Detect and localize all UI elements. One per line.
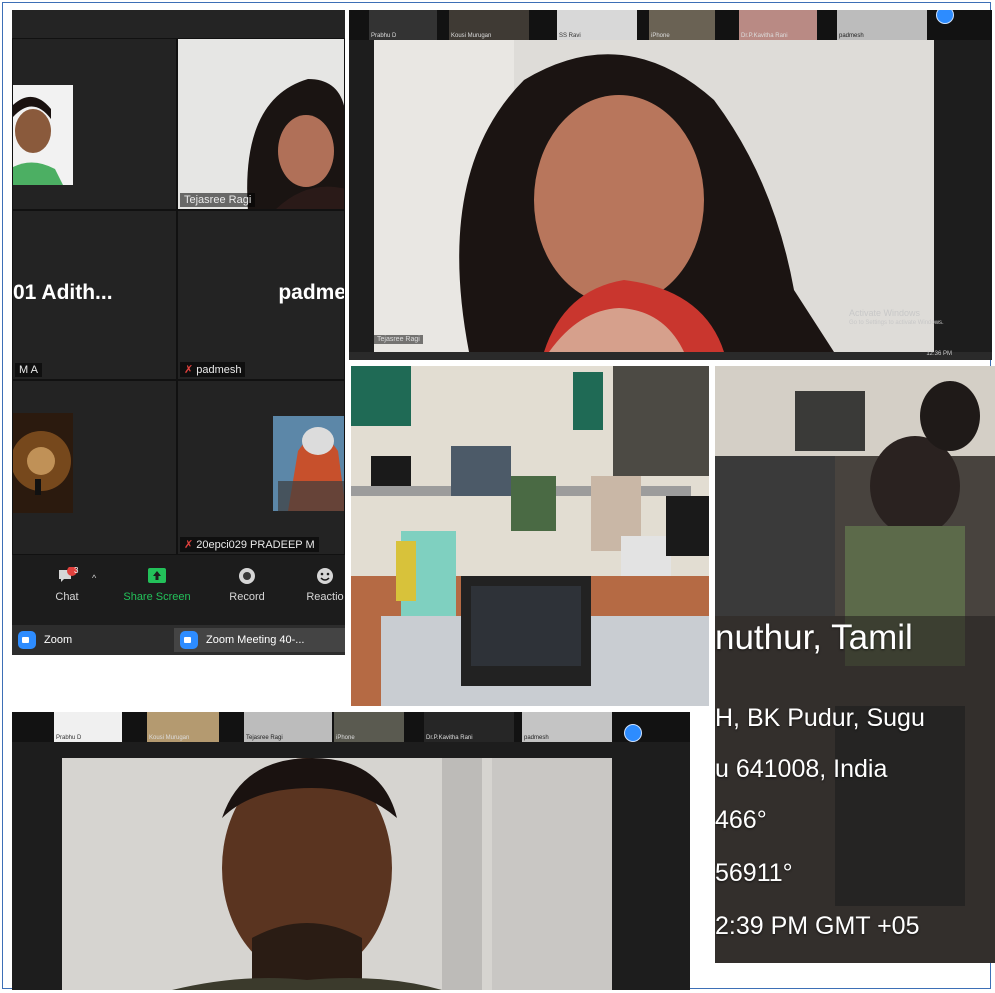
participant-display-name: 01 Adith... (13, 281, 113, 304)
chat-badge-count: 3 (74, 566, 79, 575)
thumbnail[interactable]: Dr.P.Kavitha Rani (739, 10, 817, 40)
gallery-top-bar (12, 10, 345, 38)
reactions-button[interactable]: Reactio (290, 567, 345, 603)
taskbar-clock: 12:36 PM (926, 351, 952, 357)
next-page-icon[interactable] (624, 724, 642, 742)
participant-name-text: padmesh (196, 364, 242, 376)
thumbnail[interactable]: Dr.P.Kavitha Rani (424, 712, 514, 742)
taskbar-zoom-meeting[interactable]: Zoom Meeting 40-... (174, 628, 345, 652)
thumbnail-name: Kousi Murugan (149, 735, 190, 741)
participant-display-name: padme (278, 281, 345, 304)
participant-name: ✗ 20epci029 PRADEEP M (180, 537, 319, 552)
thumbnail-name: padmesh (524, 735, 549, 741)
thumbnail[interactable]: padmesh (522, 712, 612, 742)
chat-label: Chat (55, 591, 79, 603)
thumbnail-name: Dr.P.Kavitha Rani (741, 33, 788, 39)
zoom-logo-icon (18, 631, 36, 649)
active-speaker-video (62, 758, 612, 990)
thumbnail[interactable]: Tejasree Ragi (244, 712, 332, 742)
thumbnail-name: iPhone (336, 735, 355, 741)
windows-taskbar: Zoom Zoom Meeting 40-... (12, 625, 345, 655)
participant-name: ✗ padmesh (180, 362, 246, 377)
lab-photo-image (351, 366, 709, 706)
meeting-toolbar: 3 Chat ^ Share Screen Record Reactio (12, 555, 345, 625)
taskbar-meeting-label: Zoom Meeting 40-... (206, 634, 305, 646)
participant-name-text: 20epci029 PRADEEP M (196, 539, 315, 551)
thumbnail[interactable]: iPhone (649, 10, 715, 40)
participant-tile[interactable]: 01 Adith... M A (12, 210, 177, 380)
chevron-up-icon[interactable]: ^ (92, 573, 96, 583)
geotag-location-title: nuthur, Tamil (715, 618, 913, 657)
self-video-label: Tejasree Ragi (374, 335, 423, 344)
thumbnail-name: Dr.P.Kavitha Rani (426, 735, 473, 741)
thumbnail-name: Tejasree Ragi (246, 735, 283, 741)
thumbnail[interactable]: iPhone (334, 712, 404, 742)
taskbar-zoom[interactable]: Zoom (12, 628, 172, 652)
mic-muted-icon: ✗ (184, 539, 194, 551)
share-screen-button[interactable]: Share Screen (122, 567, 192, 603)
participant-photo (13, 85, 73, 185)
thumbnail-name: iPhone (651, 33, 670, 39)
thumbnail[interactable]: padmesh (837, 10, 927, 40)
geotag-postcode-line: u 641008, India (715, 755, 888, 783)
participant-tile[interactable] (12, 380, 177, 555)
thumbnail-name: Kousi Murugan (451, 33, 492, 39)
participant-name: Tejasree Ragi (180, 193, 256, 207)
reactions-label: Reactio (306, 591, 344, 603)
participant-thumbnail-strip: Prabhu D Kousi Murugan Tejasree Ragi iPh… (12, 712, 690, 742)
thumbnail[interactable]: Prabhu D (54, 712, 122, 742)
zoom-gallery-panel: Tejasree Ragi 01 Adith... M A padme ✗ pad… (12, 10, 345, 655)
thumbnail[interactable]: Kousi Murugan (449, 10, 529, 40)
activate-windows-hint: Go to Settings to activate Windows. (849, 320, 944, 326)
participant-video (178, 39, 344, 209)
thumbnail-name: SS Ravi (559, 33, 581, 39)
speaker-view-panel: Prabhu D Kousi Murugan SS Ravi iPhone Dr… (349, 10, 992, 360)
share-screen-icon (148, 568, 166, 583)
zoom-logo-icon (180, 631, 198, 649)
participant-avatar-image (273, 416, 344, 511)
thumbnail-name: padmesh (839, 33, 864, 39)
activate-windows-title: Activate Windows (849, 308, 921, 318)
participant-tile[interactable] (12, 38, 177, 210)
taskbar-zoom-label: Zoom (44, 634, 73, 646)
record-label: Record (229, 591, 265, 603)
mic-muted-icon: ✗ (184, 364, 194, 376)
geotag-longitude: 56911° (715, 859, 793, 887)
thumbnail[interactable]: SS Ravi (557, 10, 637, 40)
record-button[interactable]: Record (212, 567, 282, 603)
participant-tile[interactable]: Tejasree Ragi (177, 38, 345, 210)
geotag-latitude: 466° (715, 806, 767, 834)
record-icon (239, 568, 255, 584)
participant-tile[interactable]: padme ✗ padmesh (177, 210, 345, 380)
thumbnail-name: Prabhu D (56, 735, 82, 741)
reactions-icon (317, 568, 333, 584)
geotag-timestamp: 2:39 PM GMT +05 (715, 912, 920, 940)
participant-tile[interactable]: ✗ 20epci029 PRADEEP M (177, 380, 345, 555)
computer-lab-photo (351, 366, 709, 706)
participant-thumbnail-strip: Prabhu D Kousi Murugan SS Ravi iPhone Dr… (349, 10, 992, 40)
geotag-address-line: H, BK Pudur, Sugu (715, 704, 925, 732)
thumbnail[interactable]: Kousi Murugan (147, 712, 219, 742)
share-screen-label: Share Screen (123, 591, 191, 603)
geotagged-photo: nuthur, Tamil H, BK Pudur, Sugu u 641008… (715, 366, 995, 963)
thumbnail[interactable]: Prabhu D (369, 10, 437, 40)
participant-name: M A (15, 363, 42, 377)
active-speaker-video (374, 40, 934, 352)
next-page-icon[interactable] (936, 10, 954, 24)
speaker-view-panel: Prabhu D Kousi Murugan Tejasree Ragi iPh… (12, 712, 690, 990)
thumbnail-name: Prabhu D (371, 33, 397, 39)
windows-taskbar: 12:36 PM (349, 351, 992, 360)
participant-avatar-image (13, 413, 73, 513)
